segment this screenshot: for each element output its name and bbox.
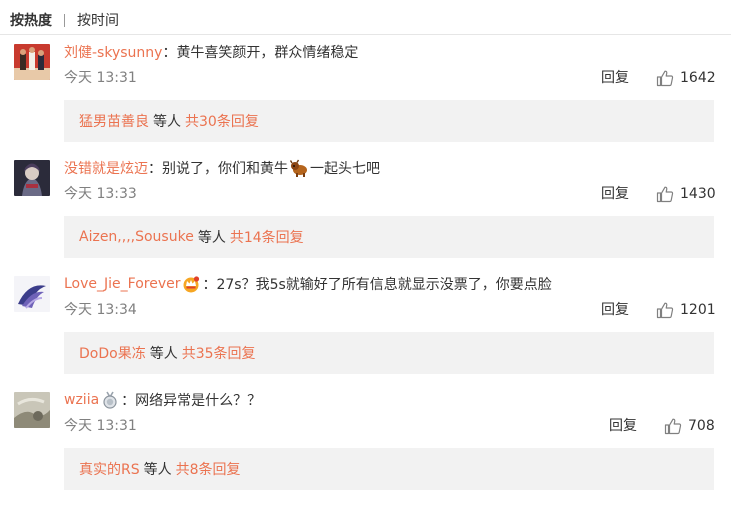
sub-replies-box[interactable]: 真实的RS 等人 共8条回复 — [64, 448, 714, 490]
comment-separator: ： — [121, 393, 136, 409]
reply-button[interactable]: 回复 — [609, 416, 637, 436]
comment-separator: ： — [202, 277, 217, 293]
comment-meta: 今天 13:31 回复 1642 — [64, 68, 716, 88]
comment-separator: ： — [148, 161, 162, 177]
thumbs-up-icon — [656, 302, 674, 319]
reply-button[interactable]: 回复 — [601, 184, 629, 204]
sort-by-hot-tab[interactable]: 按热度 — [10, 10, 52, 30]
thumbs-up-icon — [656, 186, 674, 203]
header-divider — [0, 34, 731, 35]
sort-divider — [64, 13, 65, 27]
like-count: 1430 — [680, 186, 716, 202]
like-button[interactable]: 1642 — [656, 68, 716, 88]
sub-replies-box[interactable]: 猛男苗善良 等人 共30条回复 — [64, 100, 714, 142]
sub-replies-box[interactable]: DoDo果冻 等人 共35条回复 — [64, 332, 714, 374]
comment-line: wziia ： 网络异常是什么？？ — [64, 390, 261, 410]
sub-reply-username[interactable]: 猛男苗善良 — [79, 111, 149, 131]
like-count: 1201 — [680, 302, 716, 318]
comment-time: 今天 13:31 — [64, 70, 137, 86]
avatar[interactable] — [14, 160, 50, 196]
comment-text: 别说了，你们和黄牛 — [162, 161, 288, 177]
sub-reply-etc: 等人 — [143, 462, 172, 478]
reply-button[interactable]: 回复 — [601, 68, 629, 88]
comment-separator: ： — [162, 45, 177, 61]
thumbs-up-icon — [656, 70, 674, 87]
comment-username[interactable]: wziia — [64, 392, 99, 408]
ox-emoji-icon — [289, 159, 308, 177]
comment-text: 27s？我5s就输好了所有信息就显示没票了，你要点脸 — [216, 277, 552, 293]
sub-reply-total-link[interactable]: 共14条回复 — [230, 227, 304, 247]
reply-button[interactable]: 回复 — [601, 300, 629, 320]
comment-time: 今天 13:34 — [64, 302, 137, 318]
avatar[interactable] — [14, 392, 50, 428]
sub-replies-box[interactable]: Aizen,,,,Sousuke 等人 共14条回复 — [64, 216, 714, 258]
comment-text: 黄牛喜笑颜开，群众情绪稳定 — [176, 45, 359, 61]
vip-crown-badge-icon — [182, 275, 200, 293]
avatar[interactable] — [14, 276, 50, 312]
sub-reply-username[interactable]: Aizen,,,,Sousuke — [79, 229, 194, 245]
comment-username[interactable]: 刘健-skysunny — [64, 42, 162, 62]
comment-username[interactable]: 没错就是炫迈 — [64, 158, 148, 178]
comment-line: 刘健-skysunny ： 黄牛喜笑颜开，群众情绪稳定 — [64, 42, 358, 62]
like-button[interactable]: 708 — [664, 416, 715, 436]
sub-reply-total-link[interactable]: 共30条回复 — [185, 111, 259, 131]
comment-line: 没错就是炫迈 ： 别说了，你们和黄牛 一起头七吧 — [64, 158, 380, 178]
sub-reply-username[interactable]: 真实的RS — [79, 459, 140, 479]
comment-text: 网络异常是什么？？ — [135, 393, 262, 409]
sub-reply-total-link[interactable]: 共35条回复 — [182, 343, 256, 363]
thumbs-up-icon — [664, 418, 682, 435]
comment-meta: 今天 13:31 回复 708 — [64, 416, 715, 436]
comment-item: 没错就是炫迈 ： 别说了，你们和黄牛 一起头七吧 今天 13:33 回复 143… — [0, 158, 731, 274]
medal-badge-icon — [101, 391, 119, 409]
sub-reply-total-link[interactable]: 共8条回复 — [176, 459, 241, 479]
sort-bar: 按热度 按时间 — [10, 10, 119, 30]
comment-username[interactable]: Love_Jie_Forever — [64, 276, 180, 292]
comment-item: wziia ： 网络异常是什么？？ 今天 13:31 回复 708 真实的RS … — [0, 390, 731, 506]
like-count: 1642 — [680, 70, 716, 86]
sub-reply-etc: 等人 — [197, 230, 226, 246]
comment-line: Love_Jie_Forever ： 27s？我5s就输好了所有信息就显示没票了… — [64, 274, 552, 294]
sub-reply-username[interactable]: DoDo果冻 — [79, 343, 146, 363]
sort-by-time-tab[interactable]: 按时间 — [77, 10, 119, 30]
comment-meta: 今天 13:33 回复 1430 — [64, 184, 716, 204]
comment-item: Love_Jie_Forever ： 27s？我5s就输好了所有信息就显示没票了… — [0, 274, 731, 390]
sub-reply-etc: 等人 — [153, 114, 181, 130]
avatar[interactable] — [14, 44, 50, 80]
comment-meta: 今天 13:34 回复 1201 — [64, 300, 716, 320]
like-button[interactable]: 1201 — [656, 300, 716, 320]
comment-time: 今天 13:31 — [64, 418, 137, 434]
like-button[interactable]: 1430 — [656, 184, 716, 204]
like-count: 708 — [688, 418, 715, 434]
comment-text-after-emoji: 一起头七吧 — [310, 161, 380, 177]
comment-time: 今天 13:33 — [64, 186, 137, 202]
comment-item: 刘健-skysunny ： 黄牛喜笑颜开，群众情绪稳定 今天 13:31 回复 … — [0, 42, 731, 158]
sub-reply-etc: 等人 — [149, 346, 178, 362]
